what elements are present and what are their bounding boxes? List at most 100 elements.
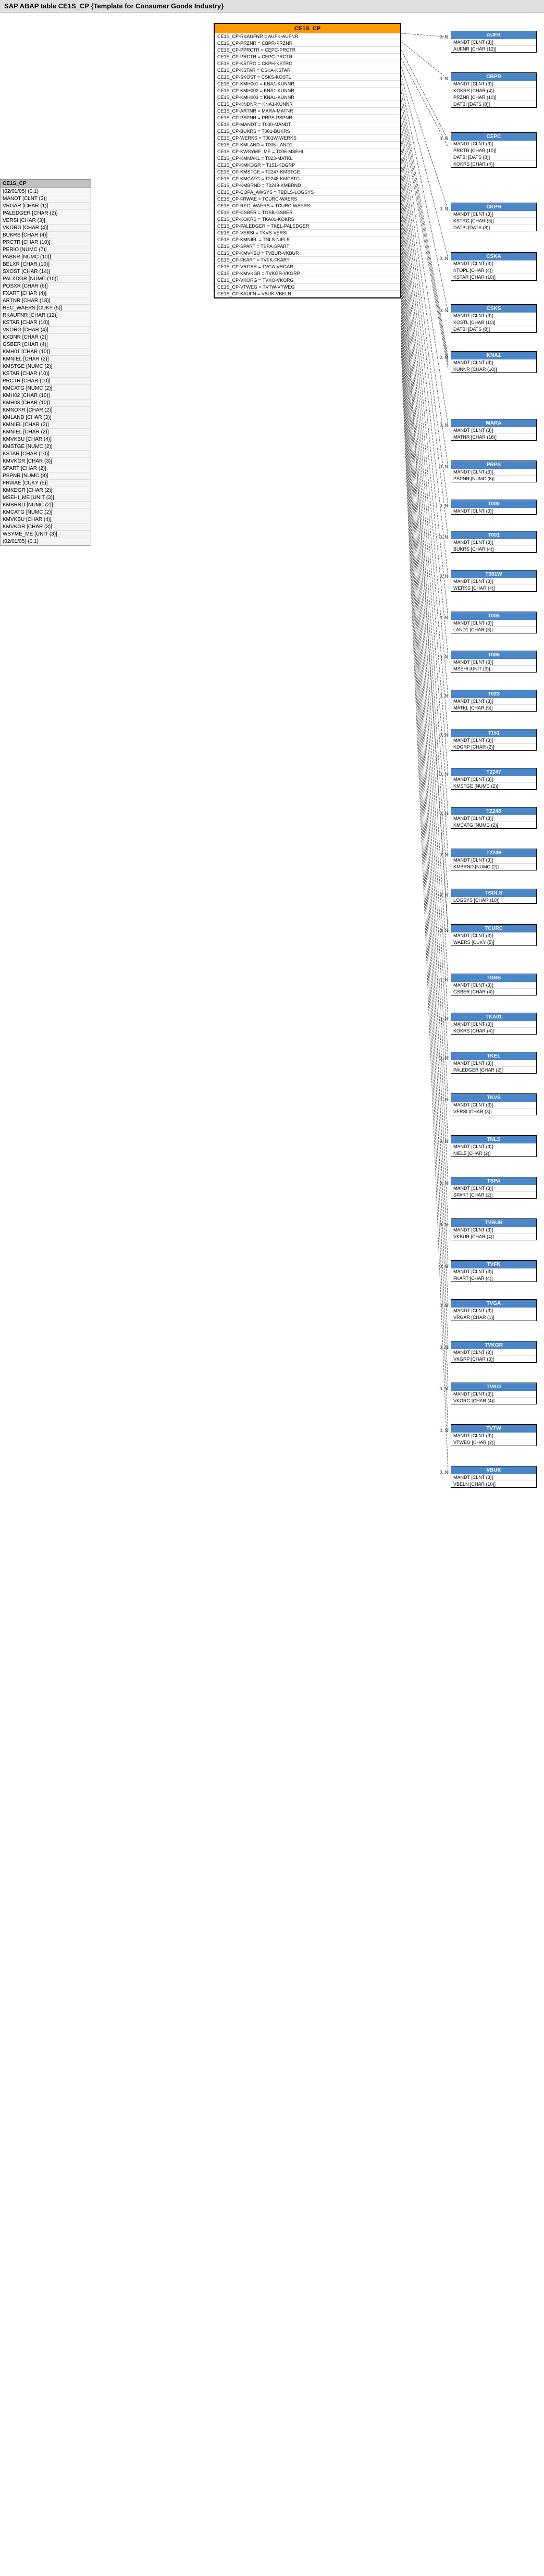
cardinality-csks: 0..N: [439, 308, 448, 313]
table-title-tvfk: TVFK: [451, 1261, 536, 1268]
table-tvko: TVKO MANDT [CLNT (3)] VKORG [CHAR (4)]: [451, 1383, 537, 1404]
sidebar-row: BUKRS [CHAR (4)]: [1, 232, 91, 239]
center-row: CE1S_CP-VRGAR = TVGA-VRGAR: [215, 264, 400, 270]
table-t2249: T2249 MANDT [CLNT (3)] KMBRND [NUMC (2)]: [451, 849, 537, 870]
table-t005: T005 MANDT [CLNT (3)] LAND1 [CHAR (3)]: [451, 612, 537, 633]
center-row: CE1S_CP-KWSYME_ME = T006-MSEHI: [215, 148, 400, 155]
table-row: MANDT [CLNT (3)]: [451, 737, 536, 744]
table-mara: MARA MANDT [CLNT (3)] MATNR [CHAR (18)]: [451, 419, 537, 441]
table-row: LOGSYS [CHAR (10)]: [451, 897, 536, 903]
table-title-csks: CSKS: [451, 305, 536, 313]
table-title-t2247: T2247: [451, 768, 536, 776]
sidebar-panel: CE1S_CP (02/01/05) (0,1) MANDT [CLNT (3)…: [0, 179, 91, 546]
center-row: CE1S_CP-KMMAKL = T023-MATKL: [215, 155, 400, 162]
table-row: NIEL5 [CHAR (2)]: [451, 1150, 536, 1156]
table-row: AUFNR [CHAR (12)]: [451, 46, 536, 52]
table-row: PSPNR [NUMC (8)]: [451, 476, 536, 482]
table-title-t151: T151: [451, 729, 536, 737]
table-title-t000: T000: [451, 500, 536, 508]
cardinality-tgsb: 0..N: [439, 977, 448, 982]
center-row: CE1S_CP-PSPNR = PRPS-PSPNR: [215, 115, 400, 121]
table-row: LAND1 [CHAR (3)]: [451, 627, 536, 633]
cardinality-cbpr: 0..N: [439, 76, 448, 81]
cardinality-t006: 0..N: [439, 654, 448, 659]
table-row: KOKRS [CHAR (4)]: [451, 88, 536, 94]
center-row: CE1S_CP-KOKRS = TKA01-KOKRS: [215, 216, 400, 223]
table-tvkgr: TVKGR MANDT [CLNT (3)] VKGRP [CHAR (3)]: [451, 1341, 537, 1363]
cardinality-t000: 0..N: [439, 503, 448, 508]
table-title-tvbur: TVBUR: [451, 1219, 536, 1227]
table-row: WAERS [CUKY (5)]: [451, 939, 536, 945]
table-row: KTOPL [CHAR (4)]: [451, 267, 536, 274]
table-row: MANDT [CLNT (3)]: [451, 211, 536, 218]
table-row: MANDT [CLNT (3)]: [451, 1268, 536, 1275]
table-row: KDGRP [CHAR (2)]: [451, 744, 536, 750]
page-title: SAP ABAP table CE1S_CP {Template for Con…: [0, 0, 544, 13]
table-row: PALEDGER [CHAR (2)]: [451, 1067, 536, 1073]
cardinality-cska: 0..N: [439, 256, 448, 261]
center-row: CE1S_CP-KMKDGR = T151-KDGRP: [215, 162, 400, 169]
table-row: MANDT [CLNT (3)]: [451, 81, 536, 88]
table-row: FKART [CHAR (4)]: [451, 1275, 536, 1281]
table-prps: PRPS MANDT [CLNT (3)] PSPNR [NUMC (8)]: [451, 461, 537, 482]
center-row: CE1S_CP-REC_WAERS = TCURC-WAERS: [215, 203, 400, 209]
table-csks: CSKS MANDT [CLNT (3)] KOSTL [CHAR (10)] …: [451, 304, 537, 333]
sidebar-row: ARTNR [CHAR (18)]: [1, 297, 91, 305]
center-row: CE1S_CP-KMBRND = T2249-KMBRND: [215, 182, 400, 189]
cardinality-tvko: 0..N: [439, 1386, 448, 1391]
cardinality-tvtw: 0..N: [439, 1428, 448, 1433]
table-row: MATNR [CHAR (18)]: [451, 434, 536, 440]
sidebar-row: KMNOKR [CHAR (2)]: [1, 407, 91, 414]
center-row: CE1S_CP-KAUFN = VBUK-VBELN: [215, 291, 400, 297]
center-row: CE1S_CP-MANDT = T000-MANDT: [215, 121, 400, 128]
table-row: VKORG [CHAR (4)]: [451, 1398, 536, 1404]
table-row: MANDT [CLNT (3)]: [451, 1227, 536, 1234]
cardinality-tvkgr: 0..N: [439, 1345, 448, 1350]
table-title-t2248: T2248: [451, 807, 536, 815]
sidebar-row: PALXDGR [NUMC (10)]: [1, 276, 91, 283]
center-row: CE1S_CP-RKAUFNR = AUFK-AUFNR: [215, 33, 400, 40]
sidebar-row: VKORG [CHAR (4)]: [1, 225, 91, 232]
table-t2247: T2247 MANDT [CLNT (3)] KMSTGE [NUMC (2)]: [451, 768, 537, 790]
table-row: KOKRS [CHAR (4)]: [451, 161, 536, 167]
cardinality-tspa: 0..N: [439, 1180, 448, 1186]
table-row: MANDT [CLNT (3)]: [451, 620, 536, 627]
sidebar-row: KMSTGE [NUMC (2)]: [1, 443, 91, 451]
cardinality-t2247: 0..N: [439, 771, 448, 777]
table-tvbur: TVBUR MANDT [CLNT (3)] VKBUR [CHAR (4)]: [451, 1218, 537, 1240]
cardinality-t151: 0..N: [439, 732, 448, 738]
center-row: CE1S_CP-BUKRS = T001-BUKRS: [215, 128, 400, 135]
table-title-cepc: CEPC: [451, 133, 536, 141]
table-row: MANDT [CLNT (3)]: [451, 39, 536, 46]
table-row: MANDT [CLNT (3)]: [451, 1433, 536, 1439]
table-row: WERKS [CHAR (4)]: [451, 585, 536, 591]
table-tnls: TNLS MANDT [CLNT (3)] NIEL5 [CHAR (2)]: [451, 1135, 537, 1157]
table-title-cska: CSKA: [451, 253, 536, 260]
table-title-mara: MARA: [451, 419, 536, 427]
cardinality-tvfk: 0..N: [439, 1264, 448, 1269]
table-row: KMBRND [NUMC (2)]: [451, 864, 536, 870]
table-row: SPART [CHAR (2)]: [451, 1192, 536, 1198]
table-title-t005: T005: [451, 612, 536, 620]
table-row: MANDT [CLNT (3)]: [451, 313, 536, 319]
center-row: CE1S_CP-KMVKBU = TVBUR-VKBUR: [215, 250, 400, 257]
sidebar-row: KMNIEL [CHAR (2)]: [1, 356, 91, 363]
sidebar-row: KSTAR [CHAR (10)]: [1, 319, 91, 327]
sidebar-row: PRCTR [CHAR (10)]: [1, 378, 91, 385]
table-tbdls: TBDLS LOGSYS [CHAR (10)]: [451, 889, 537, 904]
center-row: CE1S_CP-KMVKGR = TVKGR-VKGRP: [215, 270, 400, 277]
sidebar-subtitle: (02/01/05) (0,1): [1, 188, 91, 195]
table-row: KSTRG [CHAR (3)]: [451, 218, 536, 225]
cardinality-tvga: 0..N: [439, 1303, 448, 1308]
table-aufk: AUFK MANDT [CLNT (3)] AUFNR [CHAR (12)]: [451, 31, 537, 53]
center-table-title: CE1S_CP: [215, 24, 400, 33]
table-row: PRCTR [CHAR (10)]: [451, 147, 536, 154]
cardinality-t001: 0..N: [439, 534, 448, 540]
sidebar-row: KMH03 [CHAR (10)]: [1, 400, 91, 407]
sidebar-row: KMCATG [NUMC (2)]: [1, 509, 91, 516]
sidebar-row: KMH02 [CHAR (10)]: [1, 392, 91, 400]
table-title-tkvs: TKVS: [451, 1094, 536, 1102]
table-tkel: TKEL MANDT [CLNT (3)] PALEDGER [CHAR (2)…: [451, 1052, 537, 1074]
table-tkvs: TKVS MANDT [CLNT (3)] VERSI [CHAR (3)]: [451, 1093, 537, 1115]
table-row: GSBER [CHAR (4)]: [451, 989, 536, 995]
